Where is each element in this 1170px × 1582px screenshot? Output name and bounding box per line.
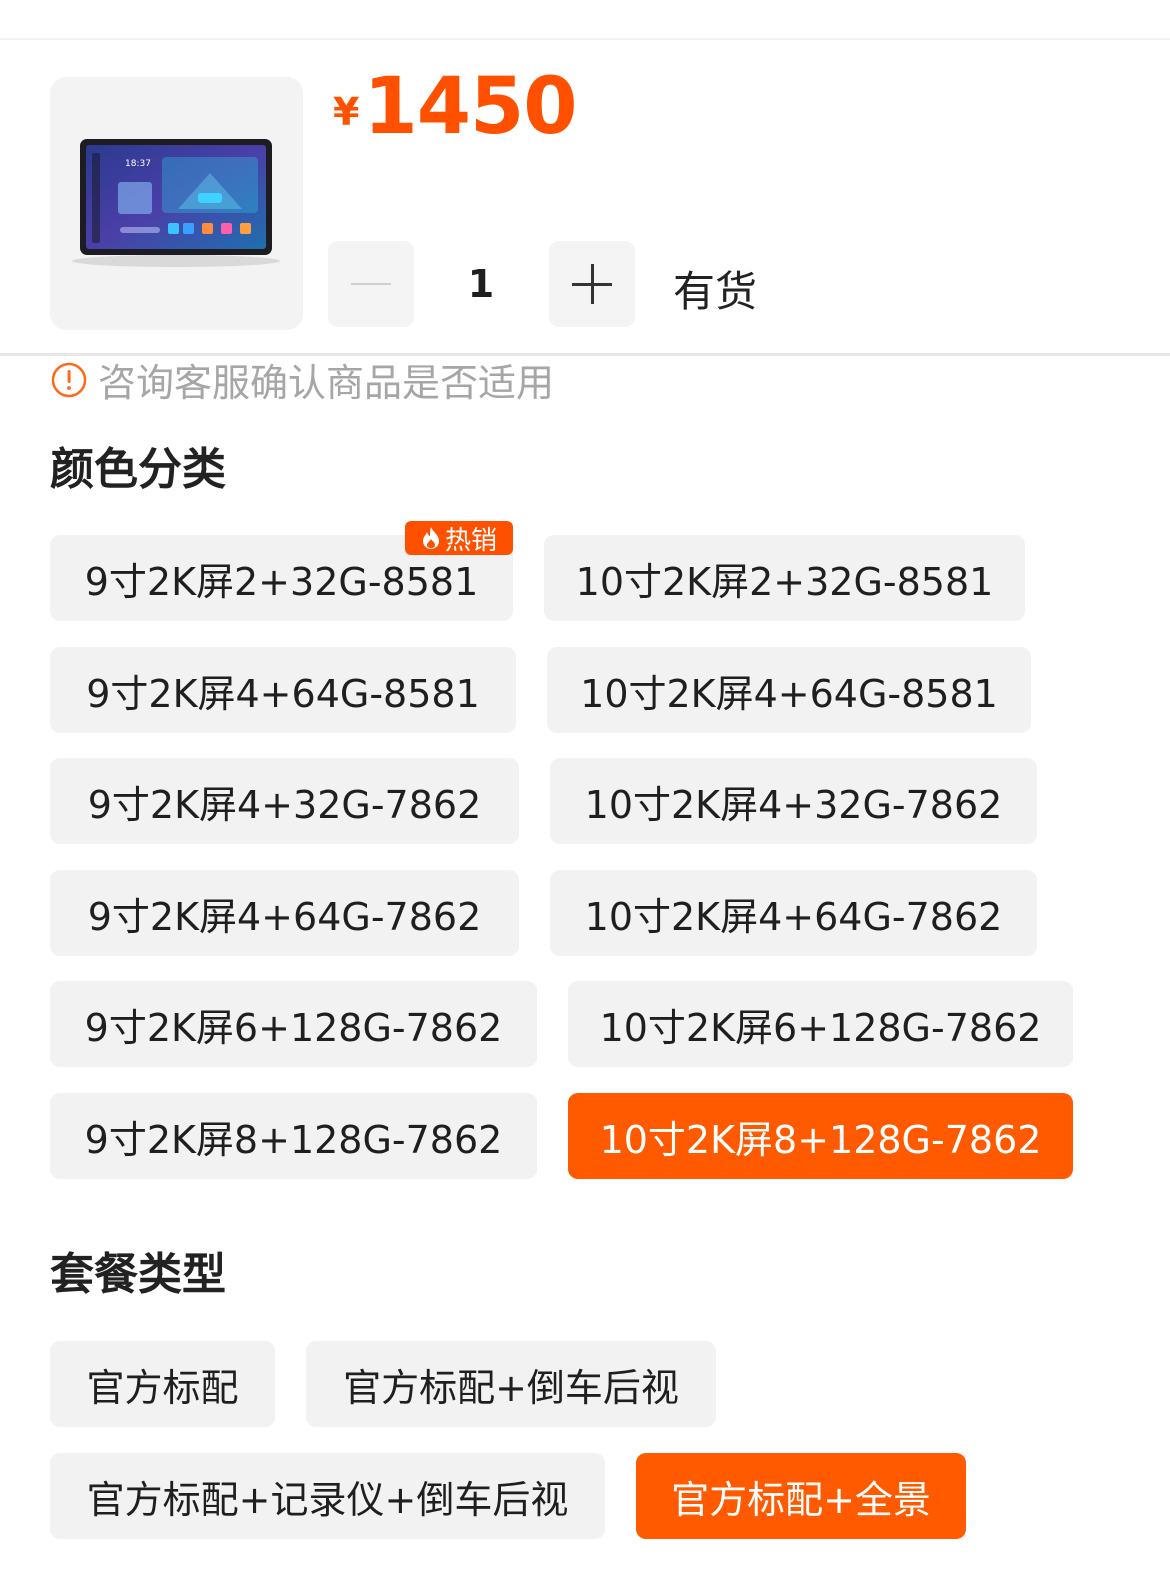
color-option[interactable]: 10寸2K屏6+128G-7862 xyxy=(568,981,1073,1067)
package-option[interactable]: 官方标配 xyxy=(50,1341,275,1427)
color-option[interactable]: 9寸2K屏4+64G-7862 xyxy=(50,870,519,956)
quantity-value[interactable]: 1 xyxy=(420,262,542,306)
hot-badge-label: 热销 xyxy=(444,525,497,556)
minus-icon xyxy=(351,283,391,285)
color-option[interactable]: 9寸2K屏6+128G-7862 xyxy=(50,981,537,1067)
product-thumbnail[interactable]: 18:37 xyxy=(50,77,303,330)
warning-icon xyxy=(51,362,87,397)
package-option[interactable]: 官方标配+倒车后视 xyxy=(306,1341,716,1427)
package-section-title: 套餐类型 xyxy=(50,1249,226,1300)
notice-bar: 咨询客服确认商品是否适用 xyxy=(50,352,554,407)
package-option-selected[interactable]: 官方标配+全景 xyxy=(636,1453,966,1539)
color-option[interactable]: 9寸2K屏8+128G-7862 xyxy=(50,1093,537,1179)
color-option[interactable]: 9寸2K屏4+32G-7862 xyxy=(50,758,519,844)
head-unit-image: 18:37 xyxy=(72,139,280,267)
quantity-decrease-button[interactable] xyxy=(328,241,414,327)
top-divider xyxy=(0,38,1170,40)
color-option-selected[interactable]: 10寸2K屏8+128G-7862 xyxy=(568,1093,1073,1179)
color-option[interactable]: 10寸2K屏2+32G-8581 xyxy=(544,535,1025,621)
price: ¥1450 xyxy=(333,62,578,152)
flame-icon xyxy=(422,527,439,549)
color-option[interactable]: 10寸2K屏4+64G-7862 xyxy=(550,870,1037,956)
currency-symbol: ¥ xyxy=(333,90,360,134)
plus-icon xyxy=(572,264,612,304)
price-value: 1450 xyxy=(363,62,577,152)
color-option[interactable]: 10寸2K屏4+32G-7862 xyxy=(550,758,1037,844)
quantity-increase-button[interactable] xyxy=(549,241,635,327)
color-section-title: 颜色分类 xyxy=(50,444,226,495)
svg-text:18:37: 18:37 xyxy=(125,159,151,169)
notice-text: 咨询客服确认商品是否适用 xyxy=(98,361,555,405)
stock-status: 有货 xyxy=(673,267,758,316)
color-option[interactable]: 9寸2K屏4+64G-8581 xyxy=(50,647,516,733)
hot-sale-badge: 热销 xyxy=(405,521,513,556)
color-option[interactable]: 10寸2K屏4+64G-8581 xyxy=(547,647,1031,733)
package-option[interactable]: 官方标配+记录仪+倒车后视 xyxy=(50,1453,605,1539)
